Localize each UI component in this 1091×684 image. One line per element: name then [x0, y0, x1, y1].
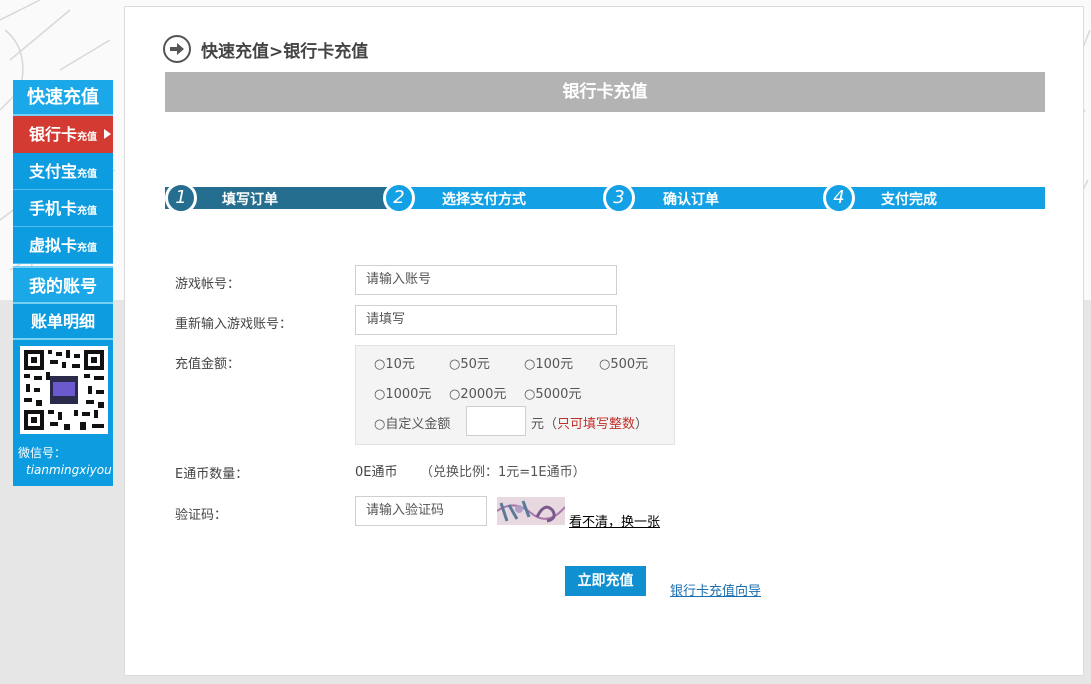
coin-ratio: （兑换比例：1元=1E通币） — [420, 465, 586, 480]
main-panel: 快速充值>银行卡充值 银行卡充值 1 填写订单 2 选择支付方式 3 确认订单 … — [124, 6, 1084, 676]
account-label: 游戏帐号： — [175, 277, 241, 292]
captcha-input[interactable]: 请输入验证码 — [355, 496, 487, 526]
sidebar-item-label: 支付宝 — [29, 162, 78, 181]
sidebar-item-virtual-card[interactable]: 虚拟卡充值 — [13, 227, 113, 264]
sidebar-account-title[interactable]: 我的账号 — [13, 266, 113, 304]
amount-option-50[interactable]: ○50元 — [449, 353, 490, 372]
amount-option-label: 1000元 — [385, 387, 432, 402]
step-bar-completed — [165, 187, 395, 209]
step-2-label: 选择支付方式 — [442, 192, 526, 208]
sidebar-item-sub: 充值 — [77, 132, 98, 143]
step-3-label: 确认订单 — [663, 192, 719, 208]
step-1-label: 填写订单 — [222, 192, 278, 208]
amount-option-custom[interactable]: ○自定义金额 — [374, 413, 450, 432]
sidebar-item-sub: 充值 — [77, 169, 98, 180]
step-4-number: 4 — [823, 182, 855, 214]
reaccount-label: 重新输入游戏账号： — [175, 317, 293, 332]
sidebar-item-phone-card[interactable]: 手机卡充值 — [13, 190, 113, 227]
account-input[interactable]: 请输入账号 — [355, 265, 617, 295]
integer-only-hint: 只可填写整数 — [557, 417, 636, 432]
custom-unit: 元（ — [531, 417, 558, 432]
amount-option-100[interactable]: ○100元 — [524, 353, 573, 372]
page-title-banner: 银行卡充值 — [165, 72, 1045, 112]
amount-label: 充值金额： — [175, 357, 241, 372]
amount-option-label: 100元 — [535, 357, 574, 372]
amount-options: ○10元 ○50元 ○100元 ○500元 ○1000元 ○2000元 ○500… — [355, 345, 675, 445]
wechat-box: 微信号： tianmingxiyou — [13, 340, 113, 486]
active-arrow-icon — [104, 129, 111, 139]
amount-option-label: 2000元 — [460, 387, 507, 402]
amount-option-label: 自定义金额 — [385, 417, 451, 432]
sidebar-item-bill-details[interactable]: 账单明细 — [13, 304, 113, 340]
amount-option-2000[interactable]: ○2000元 — [449, 383, 506, 402]
breadcrumb-text: 快速充值>银行卡充值 — [201, 41, 369, 62]
amount-option-5000[interactable]: ○5000元 — [524, 383, 581, 402]
step-1-number: 1 — [165, 182, 197, 214]
breadcrumb: 快速充值>银行卡充值 — [163, 35, 368, 63]
arrow-right-circle-icon — [163, 35, 191, 63]
step-progress: 1 填写订单 2 选择支付方式 3 确认订单 4 支付完成 — [165, 182, 1045, 217]
reaccount-input[interactable]: 请填写 — [355, 305, 617, 335]
step-4-label: 支付完成 — [881, 192, 937, 208]
amount-option-1000[interactable]: ○1000元 — [374, 383, 431, 402]
bank-guide-link[interactable]: 银行卡充值向导 — [670, 580, 761, 599]
custom-amount-input[interactable] — [466, 406, 526, 436]
captcha-label: 验证码： — [175, 508, 228, 523]
sidebar-item-sub: 充值 — [77, 243, 98, 254]
wechat-id: tianmingxiyou — [26, 463, 112, 477]
coin-label: E通币数量： — [175, 467, 249, 482]
wechat-label: 微信号： — [18, 446, 67, 460]
sidebar-item-label: 虚拟卡 — [29, 236, 78, 255]
captcha-image[interactable] — [497, 497, 565, 525]
amount-option-500[interactable]: ○500元 — [599, 353, 648, 372]
qr-code-icon — [20, 346, 108, 434]
sidebar-title: 快速充值 — [13, 80, 113, 116]
sidebar-item-sub: 充值 — [77, 206, 98, 217]
step-3-number: 3 — [603, 182, 635, 214]
custom-close: ） — [635, 417, 649, 432]
amount-option-label: 50元 — [460, 357, 490, 372]
sidebar-item-label: 银行卡 — [29, 125, 78, 144]
sidebar-item-bank-card[interactable]: 银行卡充值 — [13, 116, 113, 153]
captcha-refresh-link[interactable]: 看不清，换一张 — [569, 511, 660, 530]
custom-amount-hint: 元（只可填写整数） — [531, 413, 648, 432]
sidebar-item-alipay[interactable]: 支付宝充值 — [13, 153, 113, 190]
amount-option-10[interactable]: ○10元 — [374, 353, 415, 372]
amount-option-label: 10元 — [385, 357, 415, 372]
coin-value: 0E通币 — [355, 465, 398, 480]
amount-option-label: 500元 — [610, 357, 649, 372]
step-2-number: 2 — [383, 182, 415, 214]
sidebar-item-label: 手机卡 — [29, 199, 78, 218]
sidebar: 快速充值 银行卡充值 支付宝充值 手机卡充值 虚拟卡充值 我的账号 账单明细 微… — [13, 80, 113, 486]
amount-option-label: 5000元 — [535, 387, 582, 402]
submit-button[interactable]: 立即充值 — [565, 566, 646, 596]
